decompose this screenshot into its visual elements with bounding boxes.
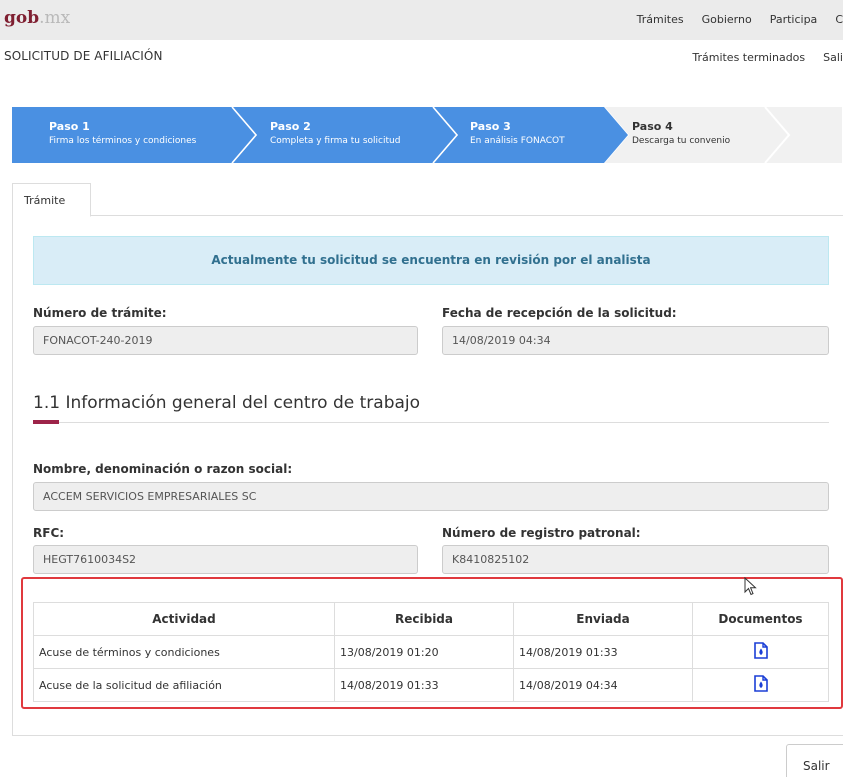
nav-truncated[interactable]: C bbox=[835, 13, 843, 26]
status-alert: Actualmente tu solicitud se encuentra en… bbox=[33, 236, 829, 285]
step-2: Paso 2 Completa y firma tu solicitud bbox=[270, 119, 400, 149]
step-3-title: Paso 3 bbox=[470, 120, 511, 133]
step-3: Paso 3 En análisis FONACOT bbox=[470, 119, 565, 149]
step-3-desc: En análisis FONACOT bbox=[470, 136, 565, 146]
col-enviada: Enviada bbox=[513, 602, 693, 636]
cell-enviada: 14/08/2019 04:34 bbox=[513, 668, 693, 702]
rfc-field: HEGT7610034S2 bbox=[33, 545, 418, 574]
sub-bar: SOLICITUD DE AFILIACIÓN Trámites termina… bbox=[0, 40, 843, 74]
table-row: Acuse de la solicitud de afiliación 14/0… bbox=[33, 668, 829, 702]
link-salir-truncated[interactable]: Sali bbox=[823, 51, 843, 64]
cell-documento bbox=[692, 635, 829, 669]
col-documentos: Documentos bbox=[692, 602, 829, 636]
nav-tramites[interactable]: Trámites bbox=[637, 13, 684, 26]
activity-table: Actividad Recibida Enviada Documentos Ac… bbox=[33, 602, 829, 702]
registro-patronal-label: Número de registro patronal: bbox=[442, 526, 641, 540]
numero-tramite-label: Número de trámite: bbox=[33, 306, 167, 320]
cell-documento bbox=[692, 668, 829, 702]
step-1-title: Paso 1 bbox=[49, 120, 90, 133]
table-row: Acuse de términos y condiciones 13/08/20… bbox=[33, 635, 829, 669]
tab-tramite[interactable]: Trámite bbox=[12, 183, 91, 217]
tab-bar: Trámite bbox=[12, 183, 843, 217]
registro-patronal-field: K8410825102 bbox=[442, 545, 829, 574]
section-divider bbox=[33, 422, 829, 423]
col-recibida: Recibida bbox=[334, 602, 514, 636]
nav-gobierno[interactable]: Gobierno bbox=[702, 13, 752, 26]
brand-tld: .mx bbox=[39, 8, 71, 28]
top-nav: Trámites Gobierno Participa C bbox=[619, 13, 843, 26]
section-accent-bar bbox=[33, 420, 59, 424]
cell-recibida: 13/08/2019 01:20 bbox=[334, 635, 514, 669]
cell-actividad: Acuse de términos y condiciones bbox=[33, 635, 335, 669]
step-2-title: Paso 2 bbox=[270, 120, 311, 133]
top-bar: gob.mx Trámites Gobierno Participa C bbox=[0, 0, 843, 40]
mouse-cursor-icon bbox=[744, 576, 758, 601]
step-1-desc: Firma los términos y condiciones bbox=[49, 136, 197, 146]
link-tramites-terminados[interactable]: Trámites terminados bbox=[692, 51, 805, 64]
razon-social-field: ACCEM SERVICIOS EMPRESARIALES SC bbox=[33, 482, 829, 511]
cell-actividad: Acuse de la solicitud de afiliación bbox=[33, 668, 335, 702]
steps-wizard: Paso 1 Firma los términos y condiciones … bbox=[12, 107, 842, 163]
step-4: Paso 4 Descarga tu convenio bbox=[632, 119, 730, 149]
salir-button[interactable]: Salir bbox=[786, 744, 843, 777]
cell-recibida: 14/08/2019 01:33 bbox=[334, 668, 514, 702]
step-4-title: Paso 4 bbox=[632, 120, 673, 133]
step-1: Paso 1 Firma los términos y condiciones bbox=[49, 119, 196, 149]
table-header-row: Actividad Recibida Enviada Documentos bbox=[33, 602, 829, 636]
cell-enviada: 14/08/2019 01:33 bbox=[513, 635, 693, 669]
razon-social-label: Nombre, denominación o razon social: bbox=[33, 462, 293, 476]
brand-main: gob bbox=[4, 8, 40, 28]
nav-participa[interactable]: Participa bbox=[770, 13, 818, 26]
gobmx-logo[interactable]: gob.mx bbox=[4, 8, 70, 28]
fecha-recepcion-label: Fecha de recepción de la solicitud: bbox=[442, 306, 677, 320]
page-title: SOLICITUD DE AFILIACIÓN bbox=[4, 49, 163, 63]
rfc-label: RFC: bbox=[33, 526, 65, 540]
sub-nav: Trámites terminados Sali bbox=[674, 51, 843, 64]
pdf-icon[interactable] bbox=[753, 642, 768, 662]
step-4-desc: Descarga tu convenio bbox=[632, 136, 731, 146]
section-title: 1.1 Información general del centro de tr… bbox=[33, 393, 421, 413]
fecha-recepcion-field: 14/08/2019 04:34 bbox=[442, 326, 829, 355]
pdf-icon[interactable] bbox=[753, 675, 768, 695]
col-actividad: Actividad bbox=[33, 602, 335, 636]
step-2-desc: Completa y firma tu solicitud bbox=[270, 136, 401, 146]
numero-tramite-field: FONACOT-240-2019 bbox=[33, 326, 418, 355]
